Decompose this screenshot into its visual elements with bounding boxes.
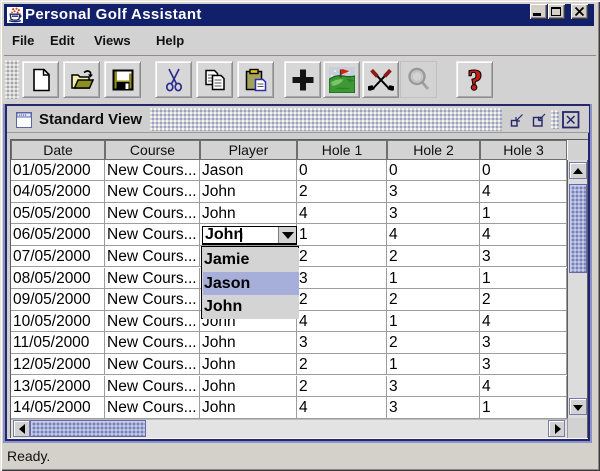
svg-text:?: ? <box>468 67 483 93</box>
